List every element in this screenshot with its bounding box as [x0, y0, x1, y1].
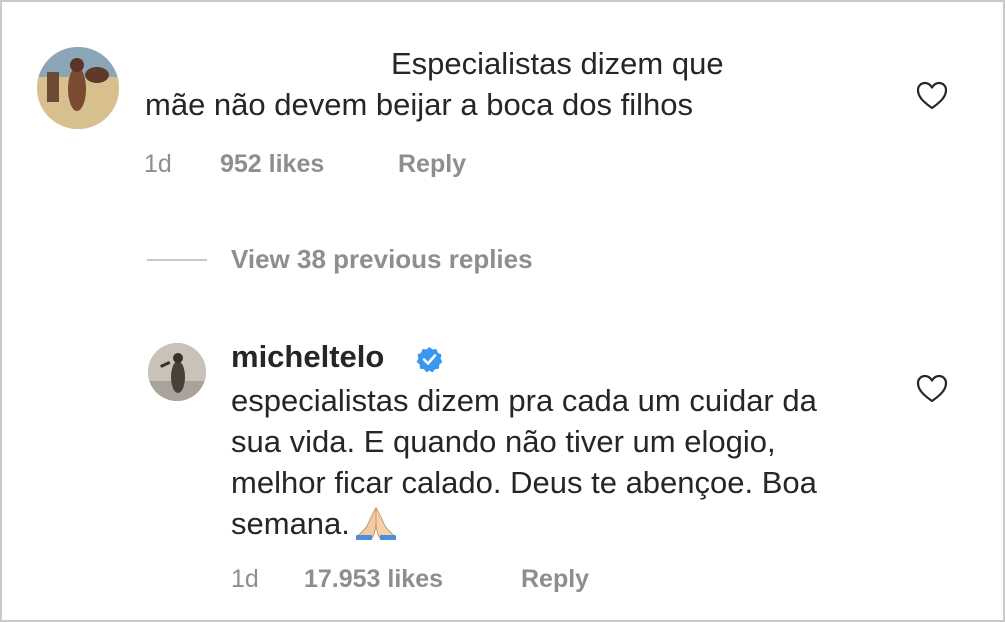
comment-reply-button[interactable]: Reply [398, 150, 466, 179]
commenter-avatar[interactable] [37, 47, 119, 129]
reply-likes[interactable]: 17.953 likes [304, 565, 443, 594]
comment-thread: Especialistas dizem que mãe não devem be… [0, 0, 1005, 622]
like-heart-icon[interactable] [916, 81, 948, 111]
verified-badge-icon [416, 346, 443, 373]
comment-text-line-1: Especialistas dizem que [391, 46, 724, 81]
view-previous-replies-button[interactable]: View 38 previous replies [231, 244, 533, 275]
praying-hands-icon [354, 506, 398, 550]
reply-avatar[interactable] [148, 343, 206, 401]
comment-text-line-2: mãe não devem beijar a boca dos filhos [145, 87, 693, 122]
reply-username[interactable]: micheltelo [231, 339, 384, 375]
comment-likes[interactable]: 952 likes [220, 150, 324, 179]
reply-reply-button[interactable]: Reply [521, 565, 589, 594]
comment-time: 1d [144, 150, 172, 178]
reply-text-container: especialistas dizem pra cada um cuidar d… [231, 380, 871, 550]
reply-text: especialistas dizem pra cada um cuidar d… [231, 383, 817, 541]
replies-divider [147, 259, 207, 261]
reply-like-heart-icon[interactable] [916, 374, 948, 404]
reply-time: 1d [231, 565, 259, 593]
